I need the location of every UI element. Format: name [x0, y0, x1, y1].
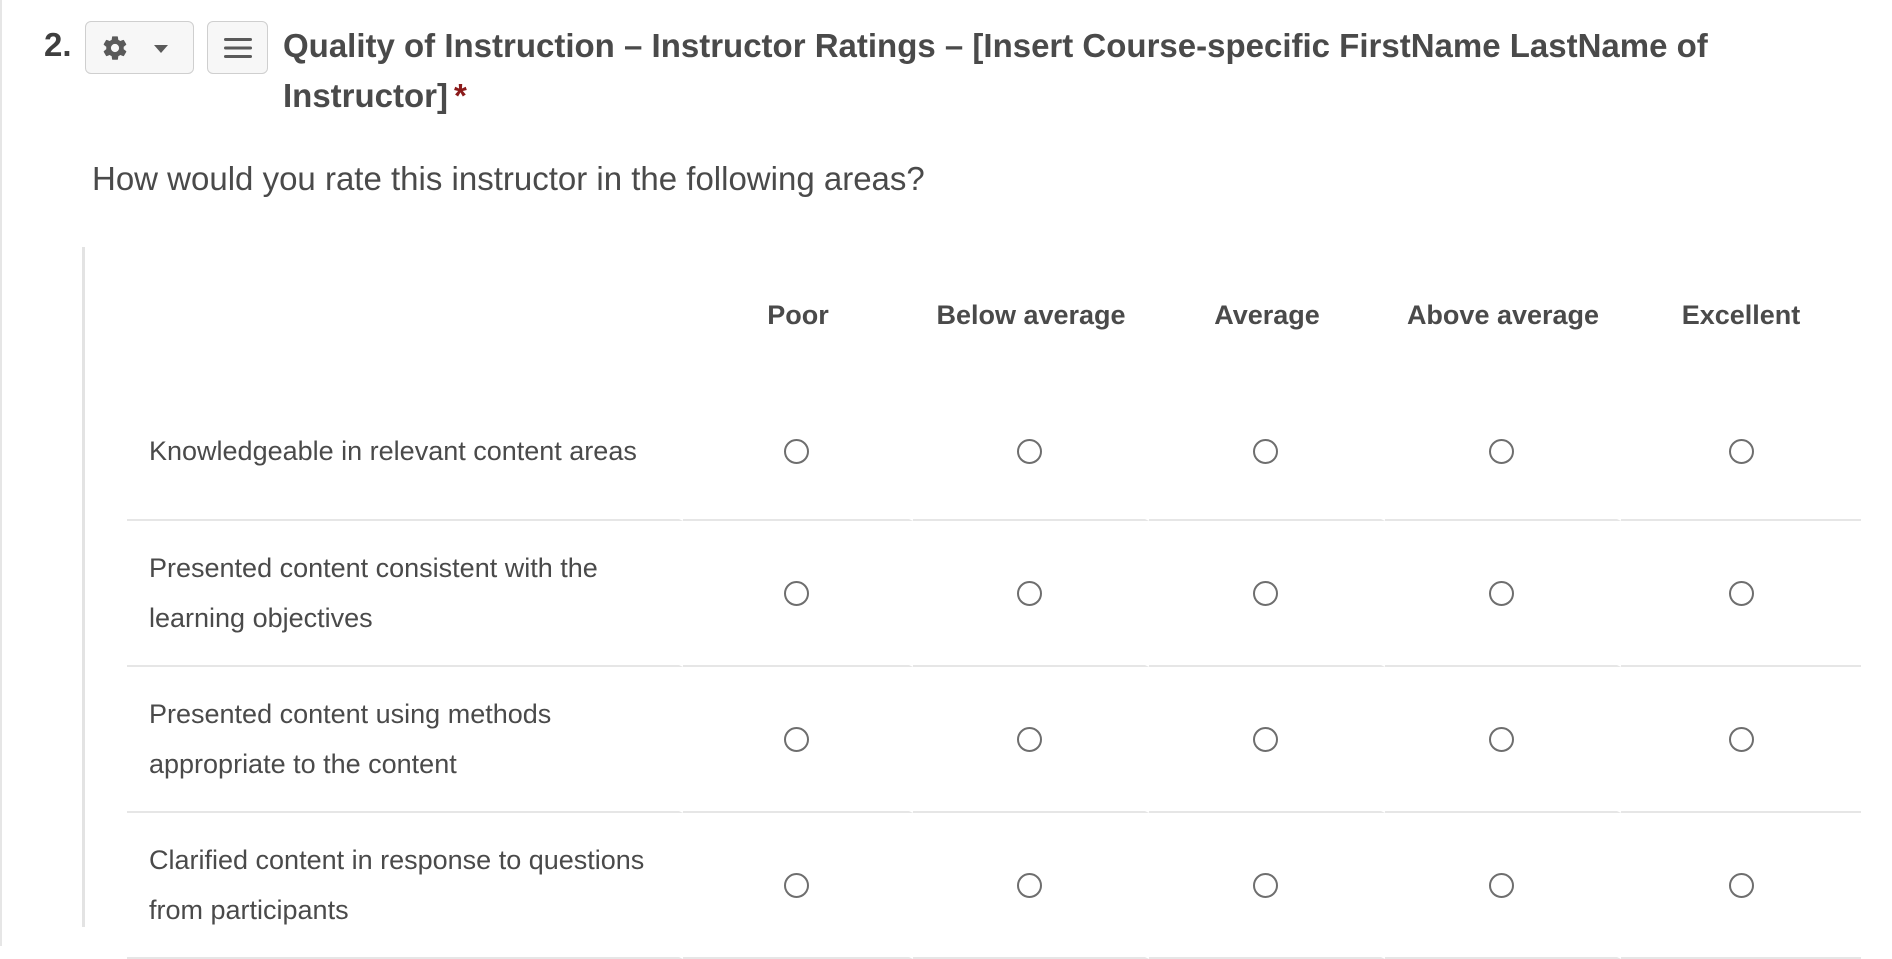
- column-header-poor: Poor: [767, 299, 829, 330]
- column-header-below-average: Below average: [936, 299, 1126, 330]
- radio-above-average[interactable]: [1488, 580, 1514, 606]
- required-marker: *: [454, 77, 467, 114]
- radio-cell: [1149, 813, 1385, 959]
- radio-cell: [1385, 667, 1621, 813]
- radio-cell: [683, 521, 913, 667]
- column-header-average: Average: [1214, 299, 1320, 330]
- radio-below-average[interactable]: [1016, 726, 1042, 752]
- question-title-text: Quality of Instruction – Instructor Rati…: [283, 27, 1708, 114]
- row-statement: Clarified content in response to questio…: [127, 813, 683, 959]
- radio-cell: [683, 813, 913, 959]
- radio-cell: [1385, 383, 1621, 521]
- radio-excellent[interactable]: [1728, 438, 1754, 464]
- radio-poor[interactable]: [783, 438, 809, 464]
- gear-icon: [103, 36, 127, 60]
- rating-matrix: Poor Below average Average Above average…: [82, 247, 1892, 959]
- caret-down-icon: [154, 45, 168, 53]
- radio-average[interactable]: [1252, 872, 1278, 898]
- question-prompt: How would you rate this instructor in th…: [92, 160, 925, 197]
- question-number: 2.: [44, 26, 72, 63]
- radio-excellent[interactable]: [1728, 726, 1754, 752]
- column-header-excellent: Excellent: [1681, 299, 1801, 330]
- radio-excellent[interactable]: [1728, 580, 1754, 606]
- radio-cell: [1621, 813, 1861, 959]
- radio-cell: [683, 383, 913, 521]
- radio-poor[interactable]: [783, 726, 809, 752]
- radio-average[interactable]: [1252, 726, 1278, 752]
- radio-cell: [913, 521, 1149, 667]
- matrix-header-row: Poor Below average Average Above average…: [127, 247, 1861, 383]
- question-menu-button[interactable]: [207, 21, 268, 74]
- radio-poor[interactable]: [783, 872, 809, 898]
- radio-above-average[interactable]: [1488, 726, 1514, 752]
- radio-above-average[interactable]: [1488, 438, 1514, 464]
- question-title: Quality of Instruction – Instructor Rati…: [283, 21, 1843, 121]
- page-left-border: [0, 0, 2, 946]
- radio-cell: [913, 813, 1149, 959]
- matrix-row: Presented content consistent with the le…: [127, 521, 1861, 667]
- radio-cell: [1385, 521, 1621, 667]
- statement-column-header: [127, 247, 683, 383]
- radio-above-average[interactable]: [1488, 872, 1514, 898]
- rating-table: Poor Below average Average Above average…: [127, 247, 1861, 959]
- row-statement: Presented content using methods appropri…: [127, 667, 683, 813]
- matrix-row: Clarified content in response to questio…: [127, 813, 1861, 959]
- matrix-row: Knowledgeable in relevant content areas: [127, 383, 1861, 521]
- radio-cell: [913, 667, 1149, 813]
- radio-cell: [1621, 383, 1861, 521]
- radio-below-average[interactable]: [1016, 872, 1042, 898]
- radio-cell: [683, 667, 913, 813]
- radio-average[interactable]: [1252, 580, 1278, 606]
- column-header-above-average: Above average: [1406, 299, 1600, 330]
- hamburger-menu-icon: [224, 38, 252, 58]
- question-settings-dropdown[interactable]: [85, 21, 194, 74]
- radio-cell: [1149, 383, 1385, 521]
- radio-below-average[interactable]: [1016, 438, 1042, 464]
- row-statement: Presented content consistent with the le…: [127, 521, 683, 667]
- radio-cell: [1149, 667, 1385, 813]
- radio-average[interactable]: [1252, 438, 1278, 464]
- radio-below-average[interactable]: [1016, 580, 1042, 606]
- question-header: 2. Quality of Instruction – Instructor R…: [0, 0, 1892, 130]
- row-statement: Knowledgeable in relevant content areas: [127, 383, 683, 521]
- radio-cell: [913, 383, 1149, 521]
- radio-poor[interactable]: [783, 580, 809, 606]
- radio-cell: [1385, 813, 1621, 959]
- radio-cell: [1621, 521, 1861, 667]
- radio-cell: [1149, 521, 1385, 667]
- matrix-row: Presented content using methods appropri…: [127, 667, 1861, 813]
- radio-excellent[interactable]: [1728, 872, 1754, 898]
- radio-cell: [1621, 667, 1861, 813]
